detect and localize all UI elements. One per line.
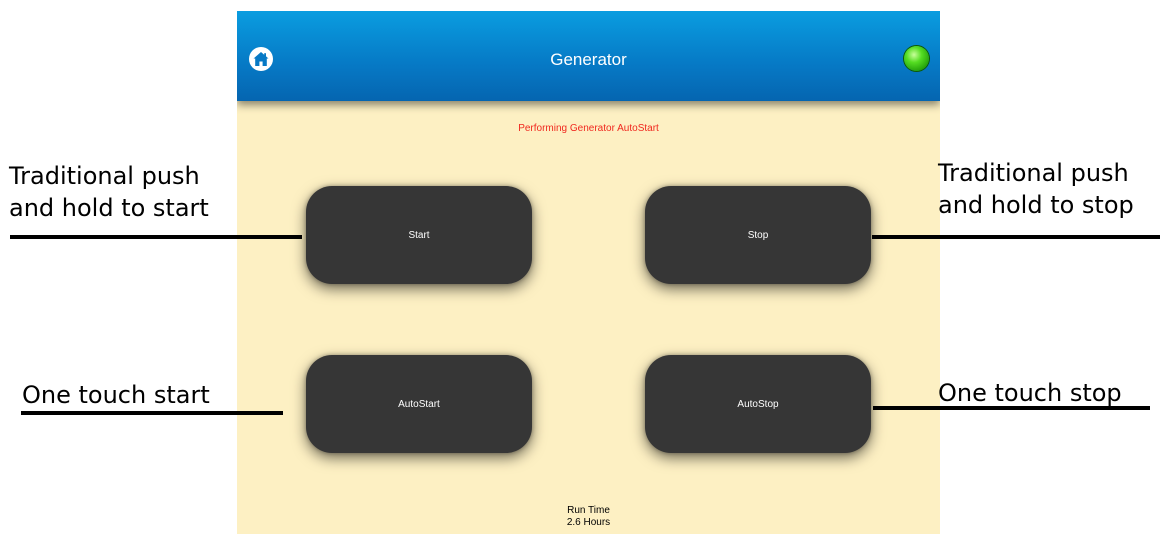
page-title: Generator bbox=[550, 50, 627, 69]
autostop-callout: One touch stop bbox=[938, 379, 1122, 407]
autostop-button[interactable]: AutoStop bbox=[645, 355, 871, 453]
stop-button[interactable]: Stop bbox=[645, 186, 871, 284]
autostart-callout: One touch start bbox=[22, 381, 210, 409]
start-callout-leader-line bbox=[10, 235, 302, 239]
autostart-callout-leader-line bbox=[21, 411, 283, 415]
generator-status-indicator bbox=[904, 46, 929, 71]
annotated-screenshot: Generator Performing Generator AutoStart… bbox=[0, 0, 1160, 534]
stop-callout: Traditional push and hold to stop bbox=[938, 157, 1134, 221]
stop-callout-leader-line bbox=[872, 235, 1160, 239]
app-header: Generator bbox=[237, 11, 940, 101]
start-callout-line2: and hold to start bbox=[9, 194, 209, 222]
status-message: Performing Generator AutoStart bbox=[518, 123, 659, 134]
start-callout: Traditional push and hold to start bbox=[9, 160, 209, 224]
run-time-value: 2.6 Hours bbox=[566, 517, 611, 528]
start-callout-line1: Traditional push bbox=[9, 162, 200, 190]
stop-callout-line2: and hold to stop bbox=[938, 191, 1134, 219]
stop-callout-line1: Traditional push bbox=[938, 159, 1129, 187]
autostop-callout-leader-line bbox=[873, 406, 1150, 410]
start-button[interactable]: Start bbox=[306, 186, 532, 284]
run-time-label: Run Time bbox=[567, 505, 610, 516]
generator-app-screen: Generator Performing Generator AutoStart… bbox=[237, 11, 940, 534]
autostart-button[interactable]: AutoStart bbox=[306, 355, 532, 453]
run-time-display: Run Time 2.6 Hours bbox=[237, 505, 940, 529]
